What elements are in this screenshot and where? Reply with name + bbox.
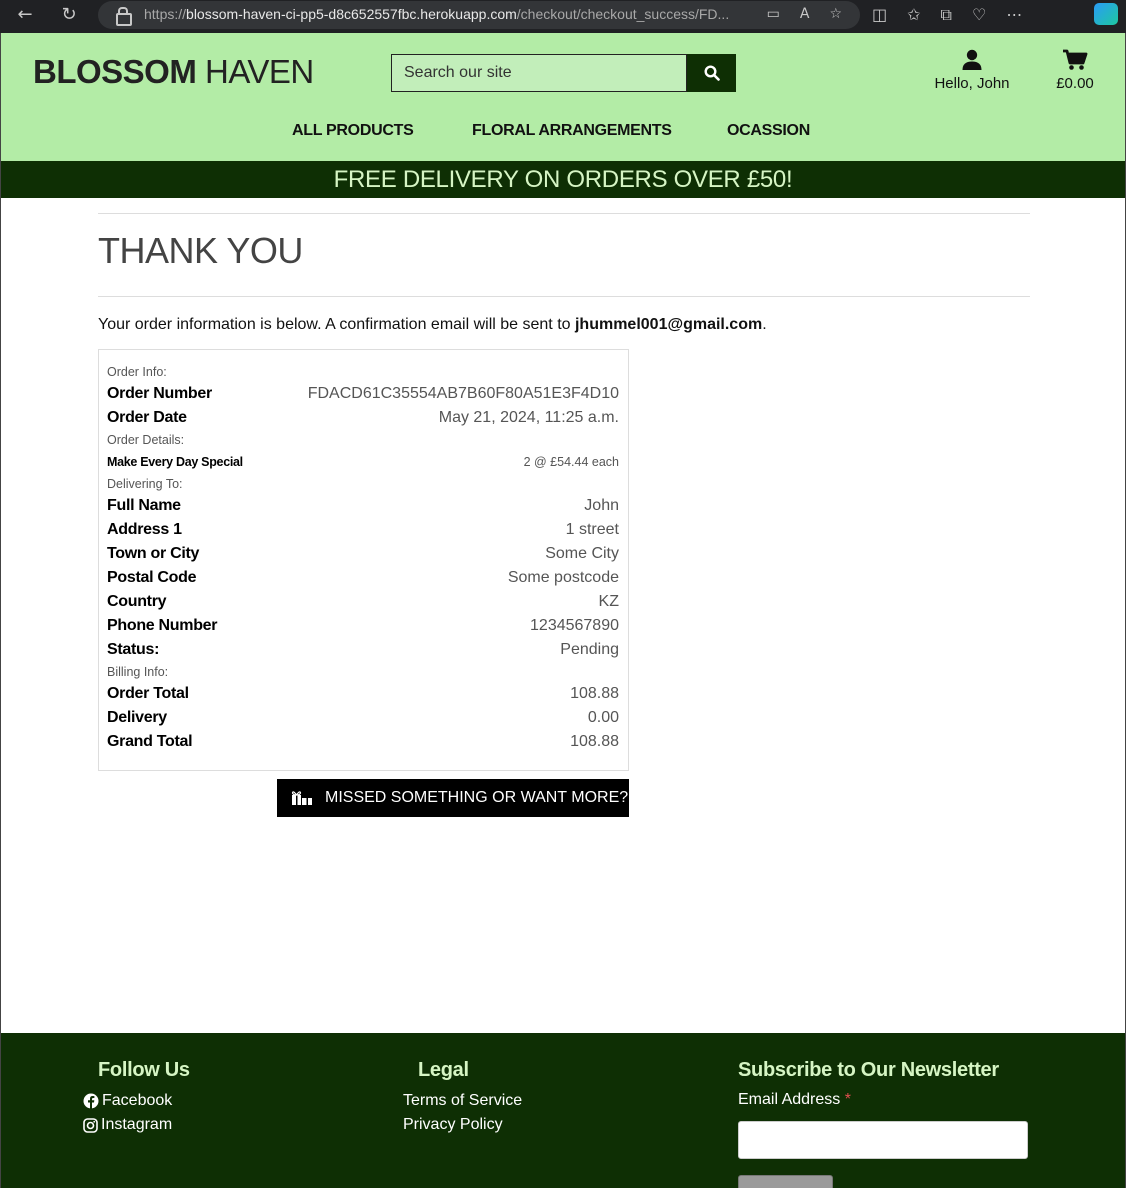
search-button[interactable]: [687, 54, 736, 92]
site-page: BLOSSOM HAVEN Hello, John: [0, 33, 1126, 1188]
subscribe-button[interactable]: [738, 1175, 833, 1188]
url-text: https://blossom-haven-ci-pp5-d8c652557fb…: [144, 6, 730, 22]
search-form: [391, 54, 736, 92]
order-summary: Order Info: Order Number FDACD61C35554AB…: [98, 349, 629, 771]
full-name-row: Full Name John: [107, 497, 619, 514]
footer-legal: Legal: [418, 1059, 469, 1082]
keep-shopping-label: MISSED SOMETHING OR WANT MORE?: [325, 789, 629, 806]
cart-icon: [1063, 49, 1088, 70]
reload-icon[interactable]: ↻: [54, 0, 84, 29]
cart-link[interactable]: £0.00: [1047, 49, 1103, 92]
split-screen-icon[interactable]: ◫: [872, 5, 887, 24]
site-footer: Follow Us Facebook Instagram Legal Terms…: [1, 1033, 1125, 1188]
phone-row: Phone Number 1234567890: [107, 617, 619, 634]
main-content: THANK YOU Your order information is belo…: [98, 213, 1030, 817]
account-menu[interactable]: Hello, John: [927, 49, 1017, 92]
delivery-row: Delivery 0.00: [107, 709, 619, 726]
status-row: Status: Pending: [107, 641, 619, 658]
footer-follow: Follow Us: [98, 1059, 190, 1082]
divider: [98, 296, 1030, 297]
section-billing-info: Billing Info:: [107, 665, 169, 679]
order-date-row: Order Date May 21, 2024, 11:25 a.m.: [107, 409, 619, 426]
account-label: Hello, John: [934, 75, 1010, 92]
nav-all-products[interactable]: ALL PRODUCTS: [292, 122, 414, 140]
keep-shopping-button[interactable]: MISSED SOMETHING OR WANT MORE?: [277, 779, 629, 817]
favorites-icon[interactable]: ✩: [907, 5, 920, 24]
site-header: BLOSSOM HAVEN Hello, John: [1, 33, 1125, 161]
grand-total-row: Grand Total 108.88: [107, 733, 619, 750]
address-bar[interactable]: https://blossom-haven-ci-pp5-d8c652557fb…: [98, 1, 860, 29]
delivery-banner: FREE DELIVERY ON ORDERS OVER £50!: [1, 161, 1125, 198]
privacy-link[interactable]: Privacy Policy: [403, 1113, 503, 1137]
country-row: Country KZ: [107, 593, 619, 610]
confirmation-email: jhummel001@gmail.com: [574, 316, 763, 333]
postcode-row: Postal Code Some postcode: [107, 569, 619, 586]
back-icon[interactable]: ←: [10, 0, 40, 29]
facebook-link[interactable]: Facebook: [83, 1089, 172, 1113]
order-total-row: Order Total 108.88: [107, 685, 619, 702]
browser-essentials-icon[interactable]: ♡: [972, 5, 986, 24]
more-menu-icon[interactable]: ⋯: [1006, 5, 1022, 24]
search-icon: [703, 65, 720, 81]
section-order-details: Order Details:: [107, 433, 185, 447]
newsletter-email-input[interactable]: [738, 1121, 1028, 1159]
lock-icon: [116, 7, 132, 26]
copilot-icon[interactable]: [1094, 3, 1118, 25]
divider: [98, 213, 1030, 214]
section-order-info: Order Info:: [107, 365, 167, 379]
address1-row: Address 1 1 street: [107, 521, 619, 538]
section-delivering-to: Delivering To:: [107, 477, 183, 491]
email-label: Email Address *: [738, 1091, 851, 1108]
collections-icon[interactable]: ⧉: [941, 5, 952, 25]
footer-newsletter: Subscribe to Our Newsletter: [738, 1059, 999, 1082]
search-input[interactable]: [391, 54, 687, 92]
instagram-icon: [83, 1117, 98, 1133]
order-number-row: Order Number FDACD61C35554AB7B60F80A51E3…: [107, 385, 619, 402]
user-icon: [962, 49, 982, 70]
confirmation-text: Your order information is below. A confi…: [98, 316, 767, 333]
instagram-link[interactable]: Instagram: [83, 1113, 172, 1137]
town-row: Town or City Some City: [107, 545, 619, 562]
cart-total: £0.00: [1056, 75, 1094, 92]
required-mark: *: [844, 1091, 851, 1108]
terms-link[interactable]: Terms of Service: [403, 1089, 522, 1113]
order-item-row: Make Every Day Special 2 @ £54.44 each: [107, 455, 619, 469]
newsletter-title: Subscribe to Our Newsletter: [738, 1059, 999, 1081]
nav-floral-arrangements[interactable]: FLORAL ARRANGEMENTS: [472, 122, 672, 140]
gifts-icon: [291, 791, 312, 805]
favorite-star-icon[interactable]: ☆: [829, 6, 842, 22]
footer-follow-title: Follow Us: [98, 1059, 190, 1081]
reader-view-icon[interactable]: ▭: [767, 6, 780, 22]
nav-occasion[interactable]: OCASSION: [727, 122, 810, 140]
footer-legal-title: Legal: [418, 1059, 469, 1081]
browser-toolbar: ← ↻ https://blossom-haven-ci-pp5-d8c6525…: [0, 0, 1126, 33]
facebook-icon: [83, 1093, 99, 1109]
site-logo[interactable]: BLOSSOM HAVEN: [33, 53, 314, 91]
page-title: THANK YOU: [98, 230, 303, 271]
read-aloud-icon[interactable]: A: [800, 6, 810, 22]
